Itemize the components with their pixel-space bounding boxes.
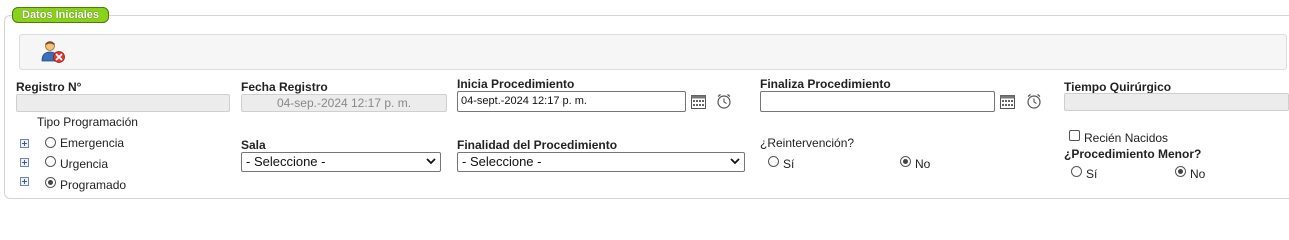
chevron-down-icon [426, 158, 436, 165]
calendar-icon[interactable] [691, 95, 706, 109]
radio-urgencia[interactable] [45, 156, 56, 167]
recien-nacidos-checkbox[interactable] [1069, 130, 1080, 141]
registro-field [16, 94, 230, 112]
fecha-registro-field: 04-sep.-2024 12:17 p. m. [241, 94, 447, 112]
radio-emergencia[interactable] [45, 137, 56, 148]
toolbar [19, 34, 1287, 70]
sala-selected: - Seleccione - [246, 154, 326, 169]
fecha-registro-label: Fecha Registro [241, 80, 328, 94]
procedimiento-menor-si-label: Sí [1086, 167, 1098, 181]
reintervencion-label: ¿Reintervención? [760, 136, 855, 150]
expand-icon[interactable] [20, 158, 29, 167]
calendar-icon[interactable] [1000, 95, 1015, 109]
finaliza-procedimiento-input[interactable] [760, 91, 995, 112]
finaliza-procedimiento-label: Finaliza Procedimiento [760, 77, 891, 91]
radio-urgencia-label: Urgencia [60, 157, 109, 171]
recien-nacidos-label: Recién Nacidos [1084, 131, 1169, 145]
radio-programado-label: Programado [60, 178, 127, 192]
section-title: Datos Iniciales [12, 7, 110, 23]
inicia-procedimiento-input[interactable]: 04-sept.-2024 12:17 p. m. [457, 91, 686, 112]
tiempo-quirurgico-label: Tiempo Quirúrgico [1064, 80, 1172, 94]
finalidad-label: Finalidad del Procedimiento [457, 138, 618, 152]
chevron-down-icon [730, 158, 740, 165]
radio-emergencia-label: Emergencia [60, 136, 125, 150]
procedimiento-menor-no-radio[interactable] [1175, 166, 1186, 177]
sala-select[interactable]: - Seleccione - [241, 152, 441, 172]
sala-label: Sala [241, 138, 266, 152]
tipo-programacion-label: Tipo Programación [37, 115, 138, 129]
clock-icon[interactable] [716, 93, 732, 109]
inicia-procedimiento-label: Inicia Procedimiento [457, 77, 575, 91]
radio-programado[interactable] [45, 177, 56, 188]
user-cancel-icon[interactable] [41, 40, 67, 64]
procedimiento-menor-si-radio[interactable] [1071, 166, 1082, 177]
reintervencion-si-radio[interactable] [768, 156, 779, 167]
procedimiento-menor-label: ¿Procedimiento Menor? [1064, 147, 1202, 161]
clock-icon[interactable] [1026, 93, 1042, 109]
finalidad-select[interactable]: - Seleccione - [457, 152, 745, 172]
procedimiento-menor-no-label: No [1190, 167, 1206, 181]
finalidad-selected: - Seleccione - [462, 154, 542, 169]
reintervencion-no-radio[interactable] [900, 156, 911, 167]
expand-icon[interactable] [20, 177, 29, 186]
registro-label: Registro N° [16, 80, 82, 94]
tiempo-quirurgico-field [1064, 93, 1289, 111]
expand-icon[interactable] [20, 139, 29, 148]
reintervencion-no-label: No [915, 157, 931, 171]
reintervencion-si-label: Sí [783, 157, 795, 171]
